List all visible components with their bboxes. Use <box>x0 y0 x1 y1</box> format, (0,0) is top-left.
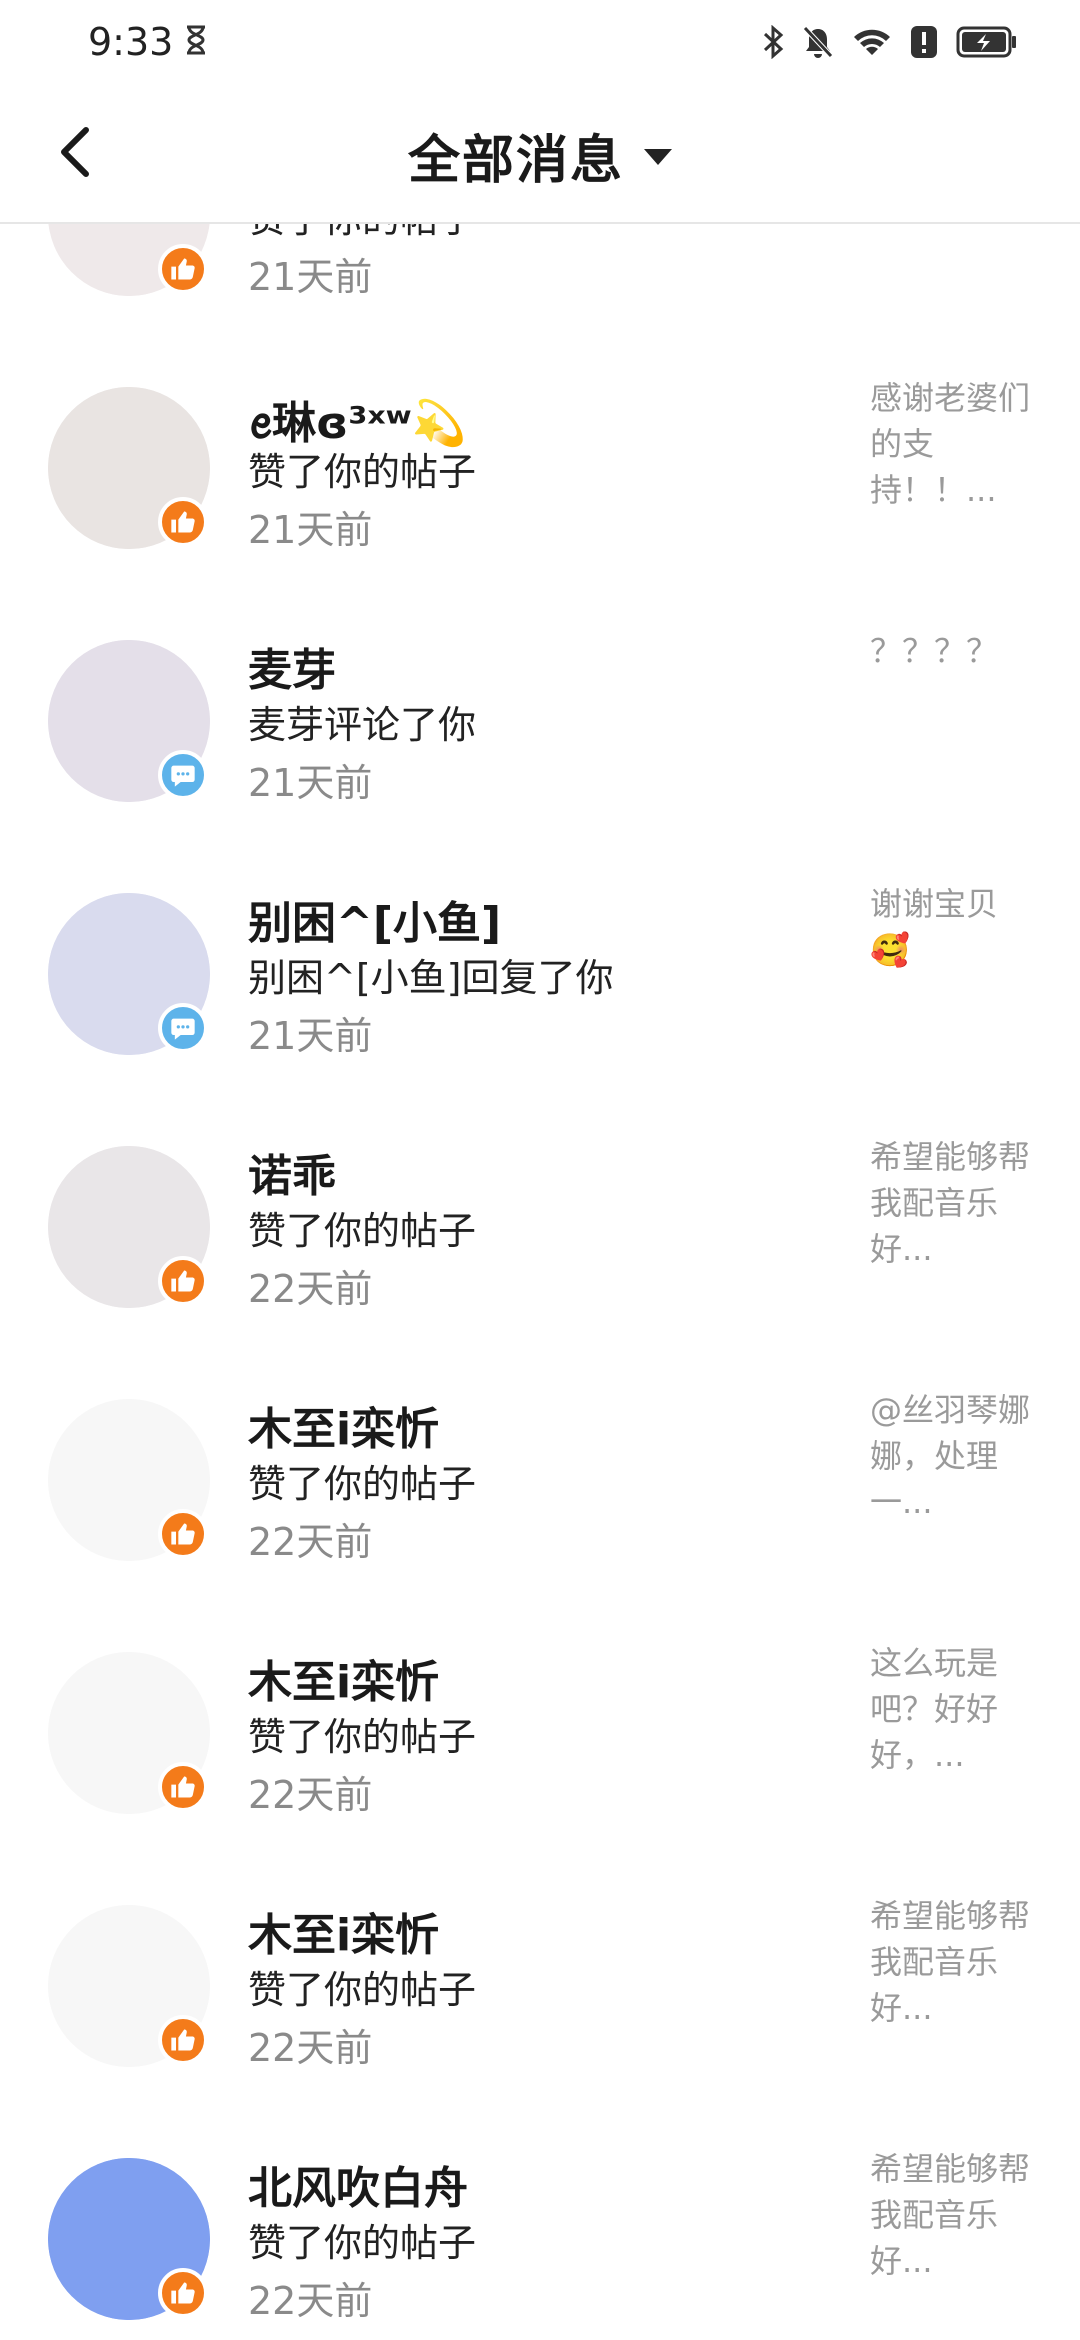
bell-off-icon <box>802 25 834 59</box>
post-preview[interactable]: 希望能够帮我配音乐好... <box>870 1134 1030 1272</box>
message-item[interactable]: 麦芽麦芽评论了你 21天前 ？？？？ <box>0 618 1080 870</box>
action-text: 赞了你的帖子 <box>248 1209 477 1253</box>
message-item[interactable]: 木至i栾忻赞了你的帖子 22天前 这么玩是吧？好好好，... <box>0 1630 1080 1882</box>
like-badge <box>158 1509 208 1559</box>
action-text: 别困^[小鱼]回复了你 <box>248 956 614 1000</box>
user-name[interactable]: 木至i栾忻 <box>248 1393 439 1457</box>
message-list[interactable]: 赞了你的帖子21天前😁...ꫀ琳ɞ³ˣʷ💫赞了你的帖子21天前感谢老婆们的支持！… <box>0 224 1080 2340</box>
alert-icon <box>910 25 938 59</box>
post-preview[interactable]: @丝羽琴娜娜，处理一... <box>870 1387 1030 1525</box>
timestamp: 22天前 <box>248 1267 373 1311</box>
message-item[interactable]: 赞了你的帖子21天前😁... <box>0 224 1080 364</box>
comment-icon <box>169 761 197 789</box>
post-preview[interactable]: 希望能够帮我配音乐好... <box>870 2146 1030 2284</box>
thumbs-up-icon <box>169 1520 197 1548</box>
action-text: 赞了你的帖子 <box>248 450 477 494</box>
timestamp: 22天前 <box>248 1520 373 1564</box>
message-item[interactable]: 木至i栾忻赞了你的帖子 22天前 希望能够帮我配音乐好... <box>0 1883 1080 2135</box>
timestamp: 21天前 <box>248 761 373 805</box>
message-item[interactable]: 北风吹白舟赞了你的帖子 22天前 希望能够帮我配音乐好... <box>0 2136 1080 2340</box>
status-icons <box>762 25 1018 59</box>
post-preview[interactable]: 谢谢宝贝🥰 <box>870 881 1030 973</box>
message-filter-dropdown[interactable]: 全部消息 <box>408 118 672 193</box>
timestamp: 22天前 <box>248 1773 373 1817</box>
action-text: 赞了你的帖子 <box>248 224 476 243</box>
user-name[interactable]: 木至i栾忻 <box>248 1899 439 1963</box>
like-badge <box>158 1762 208 1812</box>
post-preview[interactable]: ？？？？ <box>870 628 1030 674</box>
bluetooth-icon <box>762 25 784 59</box>
timestamp: 22天前 <box>248 2279 373 2323</box>
user-name[interactable]: 木至i栾忻 <box>248 1646 439 1710</box>
status-time-group: 9:33 <box>88 20 207 64</box>
action-text: 赞了你的帖子 <box>248 1715 477 1759</box>
back-arrow-icon <box>61 127 89 177</box>
top-bar: 全部消息 <box>0 84 1080 224</box>
like-badge <box>158 497 208 547</box>
comment-badge <box>158 750 208 800</box>
hourglass-icon <box>185 20 207 64</box>
action-text: 赞了你的帖子 <box>248 2221 477 2265</box>
action-text: 赞了你的帖子 <box>248 1462 477 1506</box>
thumbs-up-icon <box>169 1267 197 1295</box>
user-name[interactable]: 麦芽 <box>248 634 336 698</box>
user-name[interactable]: 诺乖 <box>248 1140 336 1204</box>
user-name[interactable]: 北风吹白舟 <box>248 2152 468 2216</box>
message-item[interactable]: 别困^[小鱼] 别困^[小鱼]回复了你 21天前 谢谢宝贝🥰 <box>0 871 1080 1123</box>
action-text: 赞了你的帖子 <box>248 1968 477 2012</box>
page-title: 全部消息 <box>407 130 624 191</box>
status-time: 9:33 <box>88 20 174 64</box>
timestamp: 22天前 <box>248 2026 373 2070</box>
comment-badge <box>158 1003 208 1053</box>
post-preview[interactable]: 感谢老婆们的支持！！... <box>870 375 1030 513</box>
message-item[interactable]: 木至i栾忻赞了你的帖子 22天前 @丝羽琴娜娜，处理一... <box>0 1377 1080 1629</box>
status-bar: 9:33 <box>0 0 1080 84</box>
like-badge <box>158 2268 208 2318</box>
thumbs-up-icon <box>169 2026 197 2054</box>
comment-icon <box>169 1014 197 1042</box>
like-badge <box>158 244 208 294</box>
dropdown-caret-icon <box>644 149 672 165</box>
post-preview[interactable]: 这么玩是吧？好好好，... <box>870 1640 1030 1778</box>
like-badge <box>158 2015 208 2065</box>
timestamp: 21天前 <box>248 508 373 552</box>
post-preview[interactable]: 希望能够帮我配音乐好... <box>870 1893 1030 2031</box>
action-text: 麦芽评论了你 <box>248 703 477 747</box>
battery-charging-icon <box>956 25 1018 59</box>
back-button[interactable] <box>44 120 108 184</box>
message-item[interactable]: ꫀ琳ɞ³ˣʷ💫 赞了你的帖子 21天前 感谢老婆们的支持！！... <box>0 365 1080 617</box>
thumbs-up-icon <box>169 2279 197 2307</box>
timestamp: 21天前 <box>248 255 373 299</box>
thumbs-up-icon <box>169 255 197 283</box>
like-badge <box>158 1256 208 1306</box>
timestamp: 21天前 <box>248 1014 373 1058</box>
thumbs-up-icon <box>169 1773 197 1801</box>
thumbs-up-icon <box>169 508 197 536</box>
wifi-icon <box>852 26 892 58</box>
message-item[interactable]: 诺乖赞了你的帖子 22天前 希望能够帮我配音乐好... <box>0 1124 1080 1376</box>
user-name[interactable]: 别困^[小鱼] <box>248 887 501 951</box>
